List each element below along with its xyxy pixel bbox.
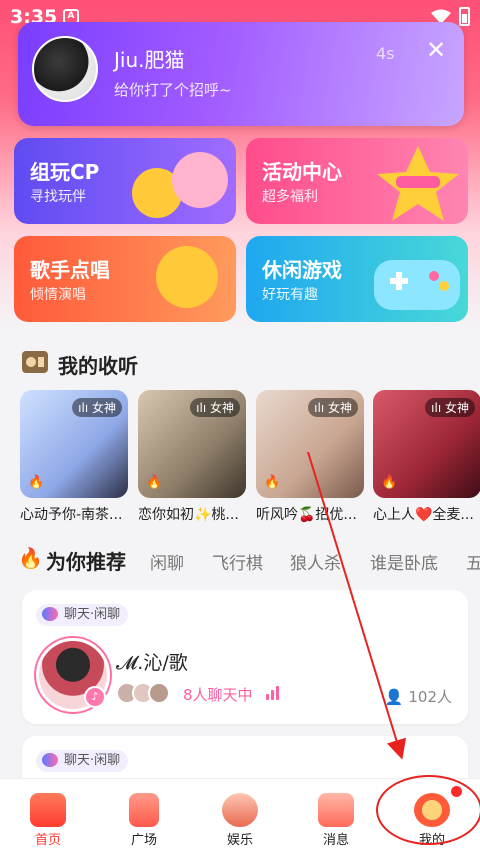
home-icon xyxy=(30,793,66,827)
goddess-badge: ılı 女神 xyxy=(190,398,240,417)
tile-casual-game[interactable]: 休闲游戏 好玩有趣 xyxy=(246,236,468,322)
nav-label: 首页 xyxy=(34,833,61,848)
room-tag: 聊天·闲聊 xyxy=(36,604,129,626)
nav-square[interactable]: 广场 xyxy=(96,779,192,853)
square-icon xyxy=(129,793,159,827)
room-user-count-value: 102人 xyxy=(408,688,452,706)
notification-time: 4s xyxy=(376,44,395,63)
tab-werewolf[interactable]: 狼人杀 xyxy=(290,549,341,574)
fire-icon: 🔥 xyxy=(264,475,281,490)
tile-activity[interactable]: 活动中心 超多福利 xyxy=(246,138,468,224)
badge-label: 女神 xyxy=(91,401,116,415)
nav-label: 广场 xyxy=(130,833,157,848)
room-tag-label: 聊天·闲聊 xyxy=(64,607,121,622)
nav-label: 消息 xyxy=(322,833,349,848)
listening-card-title: 听风吟🍒招优... xyxy=(256,507,357,523)
room-user-count: 👤 102人 xyxy=(384,688,452,706)
tab-more[interactable]: 五 xyxy=(466,549,480,574)
tab-chat[interactable]: 闲聊 xyxy=(150,549,184,574)
recommend-tabs: 🔥 为你推荐 闲聊 飞行棋 狼人杀 谁是卧底 五 xyxy=(18,546,480,576)
fire-icon: 🔥 xyxy=(381,475,398,490)
goddess-badge: ılı 女神 xyxy=(308,398,358,417)
fire-icon: 🔥 xyxy=(18,546,43,570)
badge-label: 女神 xyxy=(327,401,352,415)
emoji-face-icon xyxy=(156,246,218,308)
badge-label: 女神 xyxy=(209,401,234,415)
tile-subtitle: 超多福利 xyxy=(262,189,318,205)
room-card[interactable]: 聊天·闲聊 ♪ 𝓜.沁/歌 8人聊天中 👤 102人 xyxy=(22,590,468,724)
listening-cover: ılı 女神 🔥 xyxy=(138,390,246,498)
battery-icon xyxy=(459,7,470,26)
listening-cover: ılı 女神 🔥 xyxy=(256,390,364,498)
fire-icon: 🔥 xyxy=(28,475,45,490)
fire-icon: 🔥 xyxy=(146,475,163,490)
room-tag-label: 聊天·闲聊 xyxy=(64,753,121,768)
tab-undercover[interactable]: 谁是卧底 xyxy=(370,549,438,574)
notification-banner[interactable]: Jiu.肥猫 给你打了个招呼~ 4s ✕ xyxy=(18,22,464,126)
radio-icon xyxy=(22,351,48,373)
gamepad-icon xyxy=(374,260,460,310)
tile-title: 活动中心 xyxy=(262,160,342,184)
nav-label: 娱乐 xyxy=(226,833,253,848)
listening-card[interactable]: ılı 女神 🔥 心动予你-南茶... xyxy=(20,390,128,524)
goddess-badge: ılı 女神 xyxy=(425,398,475,417)
listening-title: 我的收听 xyxy=(58,354,138,378)
tile-singer[interactable]: 歌手点唱 倾情演唱 xyxy=(14,236,236,322)
listening-card-title: 心动予你-南茶... xyxy=(20,507,123,523)
voice-bars-icon xyxy=(266,686,279,700)
tile-subtitle: 倾情演唱 xyxy=(30,287,86,303)
star-icon xyxy=(377,146,459,221)
tile-title: 组玩CP xyxy=(30,160,100,184)
member-avatars xyxy=(116,682,176,704)
tile-subtitle: 寻找玩伴 xyxy=(30,189,86,205)
room-title: 𝓜.沁/歌 xyxy=(116,652,188,674)
badge-label: 女神 xyxy=(444,401,469,415)
tab-flying-chess[interactable]: 飞行棋 xyxy=(212,549,263,574)
notification-message: 给你打了个招呼~ xyxy=(114,81,232,99)
tile-title: 歌手点唱 xyxy=(30,258,110,282)
sender-avatar xyxy=(32,36,98,102)
listening-cover: ılı 女神 🔥 xyxy=(20,390,128,498)
scroll-icon xyxy=(318,793,354,827)
tile-subtitle: 好玩有趣 xyxy=(262,287,318,303)
tile-title: 休闲游戏 xyxy=(262,258,342,282)
nav-home[interactable]: 首页 xyxy=(0,779,96,853)
emoji-face-icon xyxy=(172,152,228,208)
listening-card[interactable]: ılı 女神 🔥 恋你如初✨桃... xyxy=(138,390,246,524)
listening-cover: ılı 女神 🔥 xyxy=(373,390,480,498)
room-tag: 聊天·闲聊 xyxy=(36,750,129,772)
listening-card-title: 心上人❤️全麦... xyxy=(373,507,474,523)
annotation-circle xyxy=(376,775,480,845)
goddess-badge: ılı 女神 xyxy=(72,398,122,417)
mic-icon: ♪ xyxy=(84,686,106,708)
close-icon[interactable]: ✕ xyxy=(426,36,446,64)
drum-icon xyxy=(222,793,258,827)
nav-messages[interactable]: 消息 xyxy=(288,779,384,853)
listening-card[interactable]: ılı 女神 🔥 听风吟🍒招优... xyxy=(256,390,364,524)
nav-fun[interactable]: 娱乐 xyxy=(192,779,288,853)
listening-card[interactable]: ılı 女神 🔥 心上人❤️全麦... xyxy=(373,390,480,524)
tab-recommend[interactable]: 为你推荐 xyxy=(46,546,126,575)
tile-cp[interactable]: 组玩CP 寻找玩伴 xyxy=(14,138,236,224)
chat-icon xyxy=(42,753,58,767)
chat-icon xyxy=(42,607,58,621)
chatting-count: 8人聊天中 xyxy=(183,686,253,704)
listening-card-title: 恋你如初✨桃... xyxy=(138,507,239,523)
sender-name: Jiu.肥猫 xyxy=(114,48,185,72)
